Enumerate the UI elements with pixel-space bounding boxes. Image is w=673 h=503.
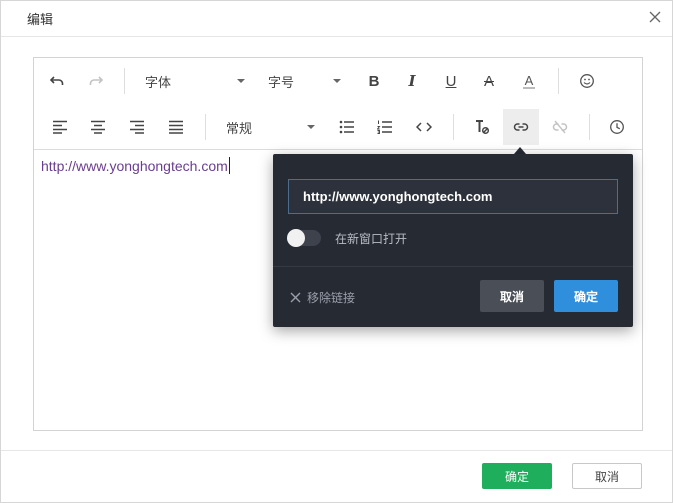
close-icon[interactable]: [647, 9, 663, 25]
chevron-down-icon: [307, 125, 315, 129]
dialog-ok-button[interactable]: 确定: [482, 463, 552, 489]
link-text[interactable]: http://www.yonghongtech.com: [41, 158, 228, 174]
popover-ok-button[interactable]: 确定: [554, 280, 618, 312]
close-icon: [290, 292, 301, 303]
popover-divider: [273, 266, 633, 267]
font-color-glyph: A: [522, 72, 536, 89]
history-icon[interactable]: [599, 109, 635, 145]
font-size-select[interactable]: 字号: [268, 63, 341, 99]
popover-arrow: [514, 147, 526, 154]
toggle-knob: [287, 229, 305, 247]
dialog-footer: 确定 取消: [1, 450, 672, 502]
font-color-icon[interactable]: A: [511, 63, 547, 99]
font-family-select[interactable]: 字体: [145, 63, 245, 99]
remove-link-button[interactable]: 移除链接: [290, 289, 355, 306]
paragraph-style-select[interactable]: 常规: [226, 109, 315, 145]
unlink-icon[interactable]: [542, 109, 578, 145]
toolbar-divider: [589, 114, 590, 140]
undo-icon[interactable]: [39, 63, 75, 99]
align-center-icon[interactable]: [80, 109, 116, 145]
popover-cancel-button[interactable]: 取消: [480, 280, 544, 312]
link-url-input[interactable]: [288, 179, 618, 214]
align-justify-icon[interactable]: [158, 109, 194, 145]
editor-content[interactable]: http://www.yonghongtech.com: [41, 157, 230, 174]
remove-link-label: 移除链接: [307, 291, 356, 305]
link-popover: 在新窗口打开 移除链接 取消 确定: [273, 154, 633, 327]
edit-dialog: 编辑 字体 字号 B I U A A 常规 http://www.yonghon…: [0, 0, 673, 503]
paragraph-style-label: 常规: [226, 121, 253, 137]
italic-icon[interactable]: I: [394, 63, 430, 99]
toolbar-divider: [558, 68, 559, 94]
align-right-icon[interactable]: [119, 109, 155, 145]
link-icon[interactable]: [503, 109, 539, 145]
strikethrough-icon[interactable]: A: [471, 63, 507, 99]
chevron-down-icon: [333, 79, 341, 83]
code-icon[interactable]: [406, 109, 442, 145]
open-new-window-toggle[interactable]: [287, 229, 321, 247]
dialog-header: 编辑: [1, 1, 672, 37]
editor-toolbar: 字体 字号 B I U A A 常规: [34, 58, 642, 150]
bold-icon[interactable]: B: [356, 63, 392, 99]
toolbar-divider: [124, 68, 125, 94]
dialog-title: 编辑: [27, 13, 54, 28]
font-family-label: 字体: [145, 75, 172, 91]
italic-glyph: I: [408, 72, 416, 90]
redo-icon[interactable]: [78, 63, 114, 99]
toolbar-divider: [453, 114, 454, 140]
emoji-icon[interactable]: [569, 63, 605, 99]
toolbar-divider: [205, 114, 206, 140]
open-new-window-label: 在新窗口打开: [335, 232, 408, 246]
clear-format-icon[interactable]: [464, 109, 500, 145]
bold-glyph: B: [368, 72, 380, 90]
dialog-cancel-button[interactable]: 取消: [572, 463, 642, 489]
font-size-label: 字号: [268, 75, 295, 91]
bullet-list-icon[interactable]: [329, 109, 365, 145]
underline-glyph: U: [445, 72, 457, 90]
numbered-list-icon[interactable]: [367, 109, 403, 145]
strikethrough-glyph: A: [483, 72, 494, 90]
align-left-icon[interactable]: [42, 109, 78, 145]
underline-icon[interactable]: U: [433, 63, 469, 99]
text-cursor: [228, 157, 230, 174]
chevron-down-icon: [237, 79, 245, 83]
